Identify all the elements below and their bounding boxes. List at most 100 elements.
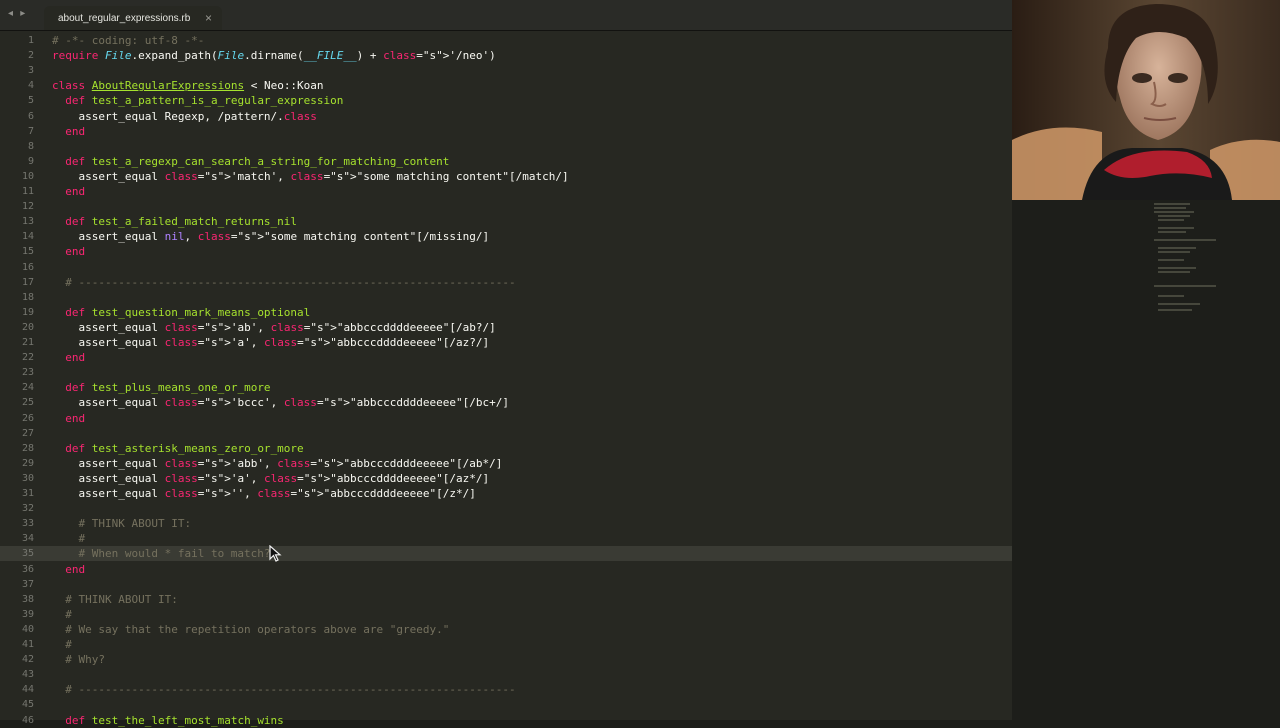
line-number: 46 [21,714,34,726]
code-line[interactable]: 41 # [0,637,1012,652]
minimap[interactable] [1150,200,1222,320]
line-number: 21 [21,337,34,348]
line-text: end [65,351,86,365]
code-line[interactable]: 8 [0,139,1012,154]
line-number: 34 [21,533,34,545]
line-number: 23 [21,367,34,379]
line-text: assert_equal class="s">'a', class="s">"a… [52,336,490,349]
line-number: 29 [21,457,34,469]
line-number: 37 [21,578,34,590]
code-line[interactable]: 38 # THINK ABOUT IT: [0,592,1012,607]
code-line[interactable]: 23 [0,365,1012,380]
code-line[interactable]: 39 # [0,607,1012,622]
line-number: 7 [27,125,34,137]
line-text: # -*- coding: utf-8 -*- [52,34,205,47]
code-line[interactable]: 44 # -----------------------------------… [0,682,1012,697]
line-number: 45 [21,699,34,711]
code-line[interactable]: 45 [0,697,1012,712]
code-line[interactable]: 31 assert_equal class="s">'', class="s">… [0,486,1012,501]
code-line[interactable]: 6 assert_equal Regexp, /pattern/.class [0,109,1012,124]
code-line[interactable]: 21 assert_equal class="s">'a', class="s"… [0,335,1012,350]
code-line[interactable]: 7 end [0,124,1012,139]
line-number: 17 [21,276,34,288]
line-text: assert_equal nil, class="s">"some matchi… [52,230,490,244]
line-number: 1 [27,35,34,46]
line-number: 39 [21,608,34,620]
code-line[interactable]: 13 def test_a_failed_match_returns_nil [0,214,1012,229]
tab-title: about_regular_expressions.rb [58,12,191,24]
code-line[interactable]: 32 [0,501,1012,516]
code-line[interactable]: 10 assert_equal class="s">'match', class… [0,169,1012,184]
line-number: 35 [21,548,34,560]
close-icon[interactable]: × [205,11,212,25]
code-line[interactable]: 19 def test_question_mark_means_optional [0,305,1012,320]
line-text: assert_equal class="s">'bccc', class="s"… [52,396,509,410]
code-line[interactable]: 4 class AboutRegularExpressions < Neo::Ko… [0,78,1012,93]
code-editor[interactable]: 1 # -*- coding: utf-8 -*- 2 require File.ex… [0,31,1012,727]
line-number: 41 [21,639,34,650]
code-line[interactable]: 17 # -----------------------------------… [0,275,1012,290]
line-text: require File.expand_path(File.dirname(__… [52,49,496,63]
code-line[interactable]: 22 end [0,350,1012,365]
code-line[interactable]: 37 [0,577,1012,592]
code-line[interactable]: 46 def test_the_left_most_match_wins [0,713,1012,728]
code-line[interactable]: 11 end [0,184,1012,199]
code-line[interactable]: 2 require File.expand_path(File.dirname(_… [0,48,1012,63]
code-line[interactable]: 18 [0,290,1012,305]
code-line[interactable]: 1 # -*- coding: utf-8 -*- [0,33,1012,48]
code-line[interactable]: 16 [0,260,1012,275]
line-number: 11 [21,186,34,197]
line-number: 42 [21,654,34,666]
code-line[interactable]: 30 assert_equal class="s">'a', class="s"… [0,471,1012,486]
line-text: # --------------------------------------… [52,683,516,697]
code-line[interactable]: 15 end [0,244,1012,259]
code-line[interactable]: 5 def test_a_pattern_is_a_regular_expres… [0,93,1012,108]
code-line[interactable]: 28 def test_asterisk_means_zero_or_more [0,441,1012,456]
code-line[interactable]: 29 assert_equal class="s">'abb', class="… [0,456,1012,471]
line-number: 14 [21,231,34,243]
line-number: 15 [21,246,34,258]
code-line[interactable]: 12 [0,199,1012,214]
line-number: 2 [27,50,34,62]
line-number: 26 [21,412,34,424]
line-text: def test_a_regexp_can_search_a_string_fo… [65,154,450,168]
line-text: # When would * fail to match? [52,547,271,561]
code-line[interactable]: 42 # Why? [0,652,1012,667]
line-text: # THINK ABOUT IT: [52,592,178,606]
code-line[interactable]: 26 end [0,411,1012,426]
line-text: # Why? [52,653,105,667]
line-number: 32 [21,503,34,515]
line-text: # [52,532,86,546]
code-line[interactable]: 25 assert_equal class="s">'bccc', class=… [0,395,1012,410]
line-text: assert_equal class="s">'a', class="s">"a… [52,471,490,485]
line-number: 3 [27,65,34,77]
code-line[interactable]: 33 # THINK ABOUT IT: [0,516,1012,531]
line-text: end [65,124,86,138]
code-line[interactable]: 34 # [0,531,1012,546]
tab-about-regular-expressions[interactable]: about_regular_expressions.rb × [44,6,222,30]
code-line[interactable]: 14 assert_equal nil, class="s">"some mat… [0,229,1012,244]
code-line[interactable]: 3 [0,63,1012,78]
line-number: 44 [21,684,34,696]
line-text: assert_equal Regexp, /pattern/.class [52,109,317,123]
code-line[interactable]: 27 [0,426,1012,441]
code-line[interactable]: 9 def test_a_regexp_can_search_a_string_… [0,154,1012,169]
line-number: 10 [21,170,34,182]
line-number: 30 [21,472,34,484]
line-text: end [65,562,86,576]
code-line[interactable]: 20 assert_equal class="s">'ab', class="s… [0,320,1012,335]
code-line[interactable]: 24 def test_plus_means_one_or_more [0,380,1012,395]
line-text: assert_equal class="s">'ab', class="s">"… [52,320,496,334]
line-text: assert_equal class="s">'abb', class="s">… [52,456,503,470]
line-number: 9 [27,155,34,167]
line-text: # We say that the repetition operators a… [52,622,450,636]
code-line[interactable]: 40 # We say that the repetition operator… [0,622,1012,637]
line-number: 38 [21,593,34,605]
code-line[interactable]: 36 end [0,562,1012,577]
webcam-overlay [1012,0,1280,200]
line-number: 12 [21,201,34,213]
code-line[interactable]: 35 # When would * fail to match? [0,546,1012,562]
line-text: def test_the_left_most_match_wins [65,713,284,727]
code-line[interactable]: 43 [0,667,1012,682]
nav-arrows-icon[interactable]: ◂ ▸ [8,8,27,19]
